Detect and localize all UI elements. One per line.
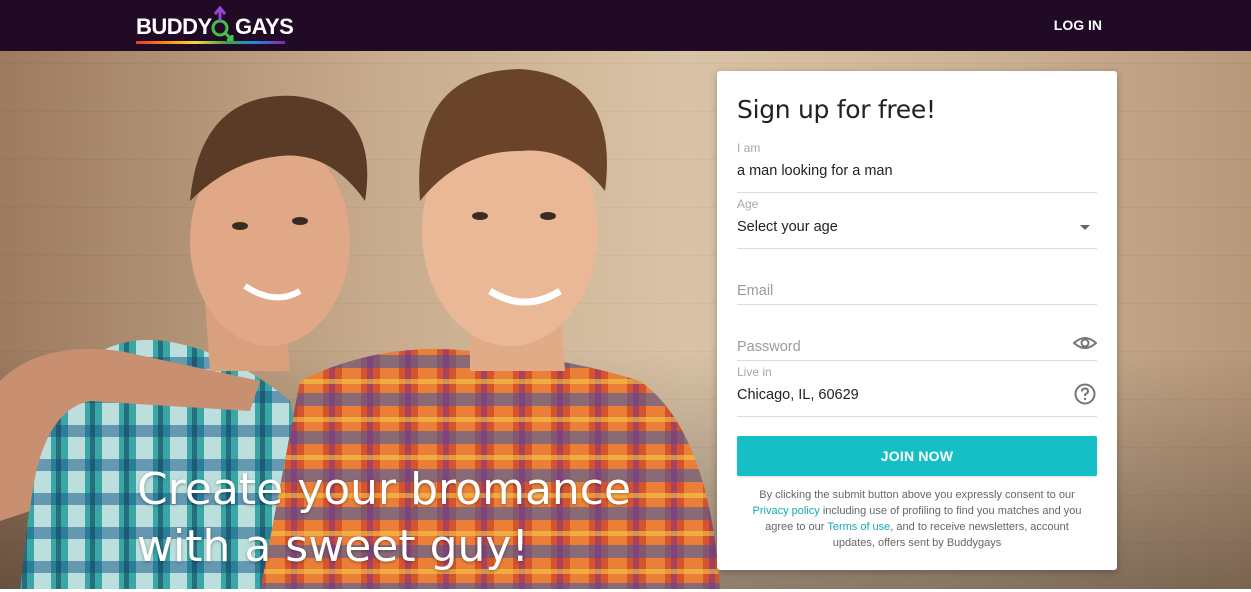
iam-label: I am [737, 141, 761, 155]
login-link[interactable]: LOG IN [1054, 17, 1102, 33]
logo-rainbow-stripe [136, 41, 285, 44]
logo-text-buddy: BUDDY [136, 14, 212, 39]
password-field[interactable]: Password [737, 309, 1097, 361]
signup-form: Sign up for free! I am a man looking for… [717, 71, 1117, 570]
live-in-value: Chicago, IL, 60629 [737, 387, 859, 403]
join-now-button[interactable]: JOIN NOW [737, 436, 1097, 476]
live-in-field[interactable]: Live in Chicago, IL, 60629 [737, 365, 1097, 417]
terms-of-use-link[interactable]: Terms of use [827, 521, 890, 533]
chevron-down-icon [1080, 225, 1090, 230]
eye-icon[interactable] [1073, 331, 1097, 355]
email-field[interactable]: Email [737, 253, 1097, 305]
signup-title: Sign up for free! [737, 95, 936, 124]
top-navigation-bar: BUDDY GAYS LOG IN [0, 0, 1251, 51]
iam-value: a man looking for a man [737, 163, 893, 179]
legal-text-part1: By clicking the submit button above you … [759, 489, 1075, 501]
privacy-policy-link[interactable]: Privacy policy [753, 505, 820, 517]
buddygays-logo[interactable]: BUDDY GAYS [136, 4, 294, 48]
help-icon[interactable] [1074, 383, 1096, 405]
age-label: Age [737, 197, 759, 211]
hero-headline: Create your bromance with a sweet guy! [137, 461, 631, 575]
live-in-label: Live in [737, 365, 772, 379]
password-placeholder: Password [737, 339, 801, 355]
age-select[interactable]: Age Select your age [737, 197, 1097, 249]
hero-headline-line2: with a sweet guy! [137, 521, 530, 572]
age-value: Select your age [737, 219, 838, 235]
email-placeholder: Email [737, 283, 774, 299]
iam-field[interactable]: I am a man looking for a man [737, 141, 1097, 193]
legal-disclaimer: By clicking the submit button above you … [747, 487, 1087, 551]
hero-headline-line1: Create your bromance [137, 464, 632, 515]
logo-text-gays: GAYS [235, 14, 294, 39]
